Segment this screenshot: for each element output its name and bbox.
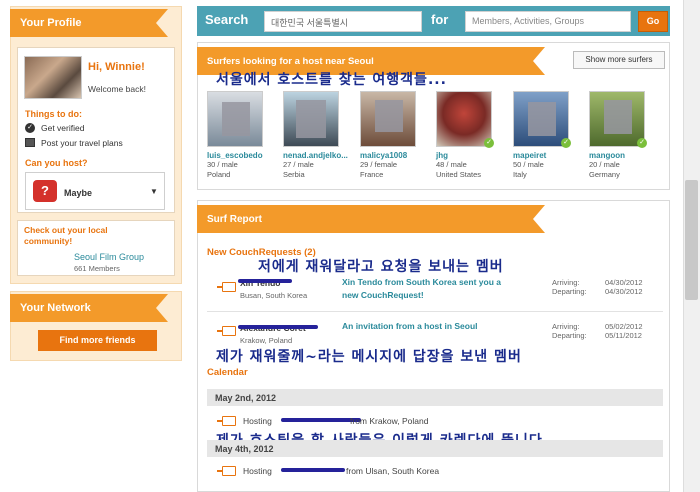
network-title: Your Network — [20, 302, 91, 314]
annotation-surfers: 서울에서 호스트를 찾는 여행객들... — [216, 72, 447, 88]
things-to-do-title: Things to do: — [25, 109, 82, 119]
surf-report-header: Surf Report — [197, 205, 545, 233]
verified-icon: ✓ — [561, 138, 571, 148]
location-input[interactable]: 대한민국 서울특별시 — [264, 11, 422, 32]
calendar-title: Calendar — [207, 367, 248, 378]
host-status-select[interactable]: ? Maybe ▼ — [25, 172, 165, 210]
community-title: Check out your local community! — [24, 225, 108, 246]
annotation-replies: 제가 재워줄께~라는 메시지에 답장을 보낸 멤버 — [216, 349, 522, 365]
for-label: for — [431, 12, 449, 27]
envelope-icon — [217, 282, 236, 292]
query-input[interactable]: Members, Activities, Groups — [465, 11, 631, 32]
surfers-title: Surfers looking for a host near Seoul — [207, 55, 374, 67]
redaction-mark — [238, 325, 318, 329]
envelope-icon — [217, 416, 236, 426]
hosting-label: Hosting — [243, 416, 272, 426]
host-status-value: Maybe — [64, 188, 93, 198]
surfer-card[interactable]: malicya1008 29 / female France — [360, 91, 428, 180]
redaction-mark — [281, 418, 361, 422]
todo-travel-plans[interactable]: Post your travel plans — [41, 138, 123, 148]
annotation-requests: 저에게 재워달라고 요청을 보내는 멤버 — [258, 259, 504, 275]
group-members: 661 Members — [74, 264, 120, 273]
hosting-from[interactable]: from Ulsan, South Korea — [346, 466, 439, 476]
network-header: Your Network — [10, 294, 168, 322]
request-message[interactable]: An invitation from a host in Seoul — [342, 320, 532, 333]
surfer-card[interactable]: mangoon 20 / male Germany — [589, 91, 657, 180]
surfer-card[interactable]: nenad.andjelko... 27 / male Serbia — [283, 91, 351, 180]
departing-label: Departing: — [552, 287, 587, 296]
request-message[interactable]: Xin Tendo from South Korea sent you a ne… — [342, 276, 532, 302]
find-friends-button[interactable]: Find more friends — [38, 330, 157, 351]
hosting-label: Hosting — [243, 466, 272, 476]
scrollbar-thumb[interactable] — [685, 180, 698, 300]
house-icon: ? — [33, 180, 57, 202]
verified-icon: ✓ — [484, 138, 494, 148]
departing-label: Departing: — [552, 331, 587, 340]
envelope-icon — [217, 466, 236, 476]
surfer-card[interactable]: mapeiret 50 / male Italy — [513, 91, 581, 180]
profile-header: Your Profile — [10, 9, 168, 37]
profile-title: Your Profile — [20, 17, 82, 29]
verified-icon: ✓ — [637, 138, 647, 148]
todo-get-verified[interactable]: Get verified — [41, 123, 84, 133]
envelope-icon — [217, 326, 236, 336]
check-icon: ✓ — [25, 123, 35, 133]
request-sender-location: Busan, South Korea — [240, 291, 308, 300]
avatar[interactable] — [24, 56, 82, 99]
chevron-down-icon: ▼ — [150, 187, 158, 196]
departing-date: 05/11/2012 — [605, 331, 642, 340]
map-icon — [25, 138, 35, 147]
greeting: Hi, Winnie! — [88, 61, 145, 73]
redaction-mark — [238, 279, 292, 283]
calendar-date-header: May 4th, 2012 — [207, 440, 663, 457]
request-sender-location: Krakow, Poland — [240, 336, 293, 345]
go-button[interactable]: Go — [638, 11, 668, 32]
search-label: Search — [205, 12, 249, 27]
group-link[interactable]: Seoul Film Group — [74, 252, 144, 262]
redaction-mark — [281, 468, 345, 472]
welcome-text: Welcome back! — [88, 84, 146, 94]
surfer-card[interactable]: jhg 48 / male United States — [436, 91, 504, 180]
divider — [207, 311, 663, 312]
surfer-card[interactable]: luis_escobedo 30 / male Poland — [207, 91, 275, 180]
calendar-date-header: May 2nd, 2012 — [207, 389, 663, 406]
departing-date: 04/30/2012 — [605, 287, 643, 296]
can-host-title: Can you host? — [25, 158, 88, 168]
show-more-surfers-button[interactable]: Show more surfers — [573, 51, 665, 69]
surf-report-title: Surf Report — [207, 213, 262, 225]
hosting-from[interactable]: from Krakow, Poland — [350, 416, 428, 426]
